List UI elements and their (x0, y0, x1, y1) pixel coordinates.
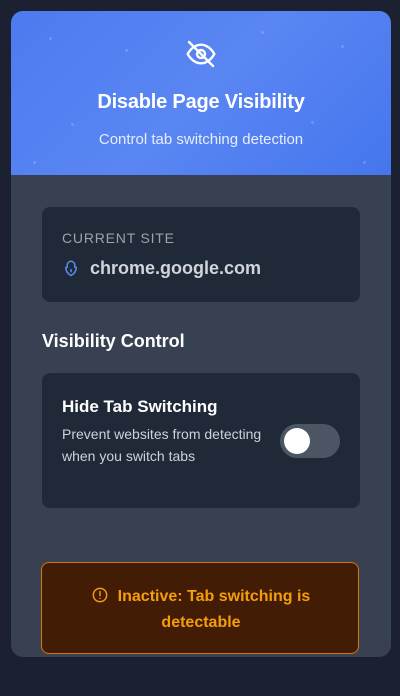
option-description: Prevent websites from detecting when you… (62, 426, 262, 464)
header: Disable Page Visibility Control tab swit… (11, 11, 391, 175)
page-title: Disable Page Visibility (97, 91, 305, 113)
hide-tab-switching-toggle[interactable] (280, 424, 340, 458)
status-message: Inactive: Tab switching is detectable (62, 584, 340, 636)
visibility-control-heading: Visibility Control (42, 331, 185, 351)
status-banner: Inactive: Tab switching is detectable (41, 562, 359, 654)
option-title: Hide Tab Switching (62, 397, 218, 416)
status-text: Inactive: Tab switching is detectable (117, 588, 311, 631)
toggle-knob (284, 428, 310, 454)
alert-circle-icon (92, 587, 108, 603)
lock-icon (65, 260, 77, 277)
current-site-domain: chrome.google.com (90, 257, 262, 278)
hide-tab-switching-card: Hide Tab Switching Prevent websites from… (42, 373, 360, 508)
current-site-row: chrome.google.com (62, 256, 261, 280)
page-subtitle: Control tab switching detection (98, 131, 304, 148)
extension-popup: Disable Page Visibility Control tab swit… (11, 11, 391, 657)
eye-off-icon (186, 40, 216, 68)
current-site-card: CURRENT SITE chrome.google.com (42, 207, 360, 302)
current-site-label: CURRENT SITE (62, 230, 175, 246)
